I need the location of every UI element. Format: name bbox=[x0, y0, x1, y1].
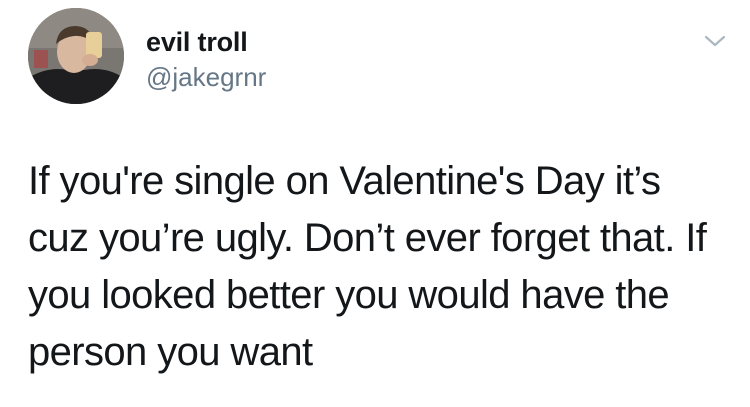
chevron-down-icon[interactable] bbox=[704, 34, 726, 48]
tweet-text-line: you looked better you would have the bbox=[28, 273, 670, 317]
tweet-text: If you're single on Valentine's Day it’s… bbox=[28, 153, 728, 381]
display-name[interactable]: evil troll bbox=[146, 26, 248, 58]
user-handle[interactable]: @jakegrnr bbox=[146, 62, 266, 92]
avatar[interactable] bbox=[28, 8, 124, 104]
tweet-text-line: cuz you’re ugly. Don’t ever forget that.… bbox=[28, 216, 707, 260]
tweet-text-line: person you want bbox=[28, 330, 313, 374]
profile-photo-icon bbox=[28, 8, 124, 104]
tweet-text-line: If you're single on Valentine's Day it’s bbox=[28, 159, 661, 203]
tweet-card: evil troll @jakegrnr If you're single on… bbox=[0, 0, 750, 407]
